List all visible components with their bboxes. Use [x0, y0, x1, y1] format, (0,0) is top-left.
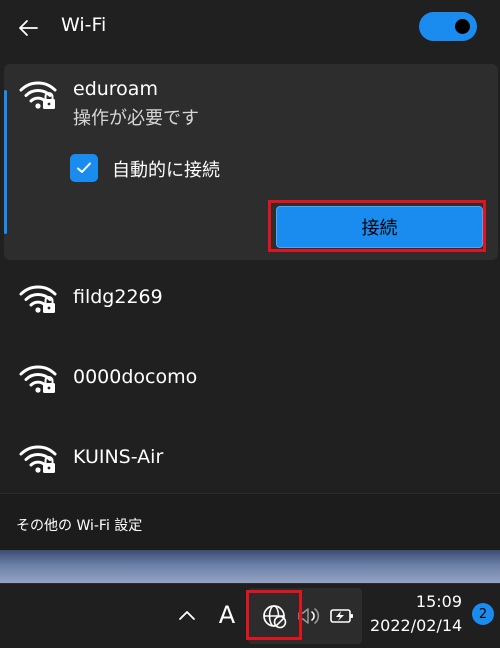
taskbar: A 15:09 2022/02/14 2	[0, 583, 500, 648]
wifi-flyout: Wi-Fi eduroam 操作が必要です 自動的に接続 接続 fildg226…	[0, 0, 500, 551]
clock[interactable]: 15:09 2022/02/14	[370, 590, 462, 642]
flyout-header: Wi-Fi	[0, 0, 500, 56]
wifi-secured-icon	[19, 81, 57, 109]
auto-connect-checkbox[interactable]	[70, 154, 98, 182]
flyout-footer: その他の Wi-Fi 設定	[0, 493, 500, 551]
network-item-0000docomo[interactable]: 0000docomo	[4, 340, 498, 420]
screen: Wi-Fi eduroam 操作が必要です 自動的に接続 接続 fildg226…	[0, 0, 500, 648]
network-icon-highlight-box	[246, 590, 302, 640]
page-title: Wi-Fi	[61, 14, 107, 36]
ime-indicator[interactable]: A	[212, 596, 242, 634]
connect-button[interactable]: 接続	[276, 206, 483, 248]
auto-connect-label: 自動的に接続	[112, 160, 220, 181]
arrow-left-icon	[19, 20, 38, 36]
chevron-up-icon	[179, 611, 195, 620]
wifi-secured-icon	[19, 285, 57, 313]
network-name: fildg2269	[73, 286, 163, 308]
clock-time: 15:09	[415, 592, 462, 611]
back-button[interactable]	[12, 12, 44, 44]
show-hidden-icons-button[interactable]	[172, 598, 202, 632]
wifi-secured-icon	[19, 365, 57, 393]
more-wifi-settings-link[interactable]: その他の Wi-Fi 設定	[16, 515, 142, 535]
toggle-knob	[455, 19, 470, 34]
battery-charging-icon	[330, 609, 353, 623]
wifi-secured-icon	[19, 445, 57, 473]
network-name: KUINS-Air	[73, 446, 164, 468]
clock-date: 2022/02/14	[370, 616, 463, 635]
desktop-wallpaper	[0, 550, 500, 583]
network-item-fildg2269[interactable]: fildg2269	[4, 260, 498, 340]
notification-count-badge[interactable]: 2	[472, 603, 494, 625]
network-item-eduroam[interactable]: eduroam 操作が必要です 自動的に接続 接続	[4, 64, 498, 260]
network-item-kuins-air[interactable]: KUINS-Air	[4, 420, 498, 500]
wifi-toggle[interactable]	[419, 12, 477, 41]
selection-indicator	[4, 90, 7, 234]
network-status: 操作が必要です	[73, 108, 199, 129]
network-name: 0000docomo	[73, 366, 198, 388]
check-icon	[77, 162, 91, 173]
network-name: eduroam	[73, 78, 158, 100]
